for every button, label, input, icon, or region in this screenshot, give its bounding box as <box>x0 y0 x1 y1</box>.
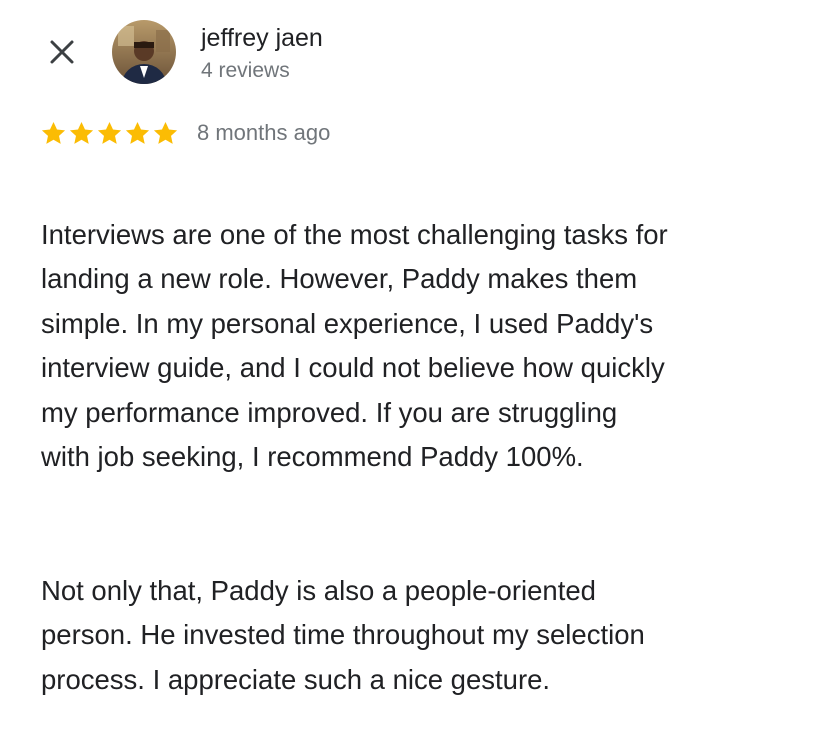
star-icon <box>153 121 178 144</box>
avatar[interactable] <box>112 20 176 84</box>
author-review-count: 4 reviews <box>201 59 290 82</box>
close-button[interactable] <box>44 34 80 70</box>
star-icon <box>41 121 66 144</box>
star-rating <box>40 120 179 147</box>
review-time: 8 months ago <box>197 120 331 145</box>
rating-row: 8 months ago <box>40 119 330 147</box>
close-icon <box>50 40 74 64</box>
star-icon <box>69 121 94 144</box>
review-text: Interviews are one of the most challengi… <box>41 168 801 747</box>
author-name[interactable]: jeffrey jaen <box>201 23 323 53</box>
star-icon <box>125 121 150 144</box>
review-paragraph-2: Not only that, Paddy is also a people-or… <box>41 574 645 695</box>
review-paragraph-1: Interviews are one of the most challengi… <box>41 218 668 473</box>
star-icon <box>97 121 122 144</box>
